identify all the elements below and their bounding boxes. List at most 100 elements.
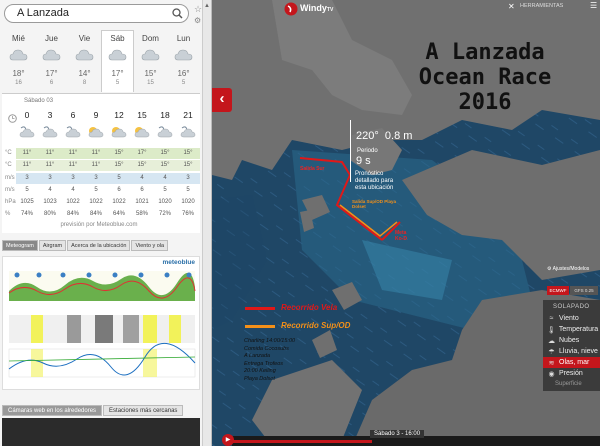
temp-value: 11° [45,150,55,156]
layer-item[interactable]: ≋ Olas, mar [543,357,600,368]
day-temp: 15° [144,69,157,78]
layer-icon: ◉ [548,370,555,378]
day-tab[interactable]: Jue 17° 6 [35,30,68,92]
layer-item[interactable]: 🌡 Temperatura [543,324,600,335]
day-temp: 16° [177,69,190,78]
pres-value: 1020 [181,199,195,205]
user-icon[interactable]: ☰ [590,1,597,10]
scrollbar[interactable]: ▲ [202,0,211,446]
hum-value: 64% [112,211,125,217]
wind-row: 3 3 3 3 5 4 4 3 [16,173,200,184]
model-gfs-button[interactable]: GFS 0.25 [570,286,598,295]
weather-icon [39,125,61,139]
day-temp: 18° [12,69,25,78]
layer-item[interactable]: ≈ Viento [543,313,600,324]
detailed-forecast-link[interactable]: Pronóstico detallado para esta ubicación [355,171,405,192]
hour-time: 0 [24,110,30,120]
cloud-icon [108,49,126,61]
app-root: ‹ WindyTV ✕ HERRAMIENTAS ☰ A Lanzada Oce… [0,0,600,446]
weather-icon [85,125,107,139]
gear-icon[interactable]: ⚙ [194,16,201,25]
gust-value: 5 [25,187,29,193]
weather-icon [16,125,38,139]
model-ecmwf-button[interactable]: ECMWF [547,286,569,295]
wind-value: 3 [25,175,29,181]
forecast-panel: ☆ ⚙ ▲ Mié 18° 16 Jue 17° 6 Vie 14° 8 Sáb 17° 5 Dom 15… [0,0,212,446]
day-tab[interactable]: Lun 16° 5 [167,30,200,92]
day-wind: 5 [181,80,186,86]
search-box[interactable] [4,4,189,23]
webcam-strip[interactable] [2,418,200,446]
layer-icon: ☂ [548,348,555,356]
layer-label: Nubes [559,337,580,344]
temp-value: 15° [183,150,193,156]
title-line: Ocean Race [418,65,552,90]
feel-value: 11° [91,162,101,168]
wind-value: 3 [48,175,52,181]
weather-icon [108,125,130,139]
tab-meteogram[interactable]: Meteogram [2,240,38,251]
pres-value: 1020 [158,199,172,205]
tab-location-info[interactable]: Acerca de la ubicación [67,240,131,251]
tab-airgram[interactable]: Airgram [38,240,67,251]
day-tab[interactable]: Mié 18° 16 [2,30,35,92]
wind-value: 4 [140,175,144,181]
pres-value: 1022 [66,199,80,205]
layer-icon: ≈ [549,315,554,322]
legend-swatch-red [245,307,275,310]
event-schedule: Charling 14:00/15:00 Comida Cocosubs A L… [244,338,296,382]
scroll-up-icon[interactable]: ▲ [204,3,210,9]
tab-stations[interactable]: Estaciones más cercanas [103,405,184,416]
feel-value: 15° [114,162,124,168]
wind-value: 3 [186,175,190,181]
route-label-start: Salida Sur [300,166,325,172]
windy-logo-icon[interactable] [284,2,298,16]
star-icon[interactable]: ☆ [194,4,202,15]
hour-time: 3 [47,110,53,120]
day-tab[interactable]: Dom 15° 15 [134,30,167,92]
day-tab[interactable]: Sáb 17° 5 [101,30,134,92]
event-title: A Lanzada Ocean Race 2016 [370,40,600,115]
feel-value: 11° [22,162,32,168]
overlay-title: SOLAPADO [553,304,590,310]
gust-value: 4 [71,187,75,193]
tools-icon[interactable]: ✕ [508,2,515,11]
layer-item[interactable]: ◉ Presión [543,368,600,379]
day-wind: 6 [49,80,54,86]
layer-surface[interactable]: Superficie [543,379,600,391]
brand-name[interactable]: WindyTV [300,3,333,13]
forecast-credit[interactable]: previsión por Meteoblue.com [0,222,198,228]
temp-value: 11° [22,150,32,156]
tab-webcams[interactable]: Cámaras web en los alrededores [2,405,103,416]
wind-value: 3 [71,175,75,181]
title-line: 2016 [458,90,512,115]
legend-label-red: Recorrido Vela [281,303,338,312]
layer-item[interactable]: ☂ Lluvia, nieve [543,346,600,357]
collapse-panel-button[interactable]: ‹ [212,88,232,112]
daily-forecast: Mié 18° 16 Jue 17° 6 Vie 14° 8 Sáb 17° 5 Dom 15° 15 Lun… [2,30,200,92]
tools-menu[interactable]: HERRAMIENTAS [520,3,563,9]
route-label-salida: Salida Sup/OD Playa Dolset [352,199,397,209]
tab-wind-waves[interactable]: Viento y ola [131,240,169,251]
timeline-progress[interactable] [232,440,372,443]
layer-label: Temperatura [558,326,599,333]
hum-value: 58% [135,211,148,217]
layer-item[interactable]: ☁ Nubes [543,335,600,346]
day-temp: 17° [111,69,124,78]
search-input[interactable] [17,7,177,19]
cloud-icon [42,49,60,61]
pres-value: 1022 [112,199,126,205]
wave-reading: 220° 0.8 m [356,130,413,142]
popup-pointer [350,120,351,182]
model-settings[interactable]: ⚙ Ajustes/Modelos [547,266,600,272]
day-name: Jue [45,34,58,43]
gust-value: 6 [117,187,121,193]
search-icon[interactable] [172,8,183,19]
hour-time: 21 [183,110,193,120]
wind-value: 5 [117,175,121,181]
day-name: Sáb [110,34,125,43]
day-tab[interactable]: Vie 14° 8 [68,30,101,92]
play-button[interactable]: ▶ [222,434,234,446]
wind-value: 4 [163,175,167,181]
weather-icon [177,125,199,139]
